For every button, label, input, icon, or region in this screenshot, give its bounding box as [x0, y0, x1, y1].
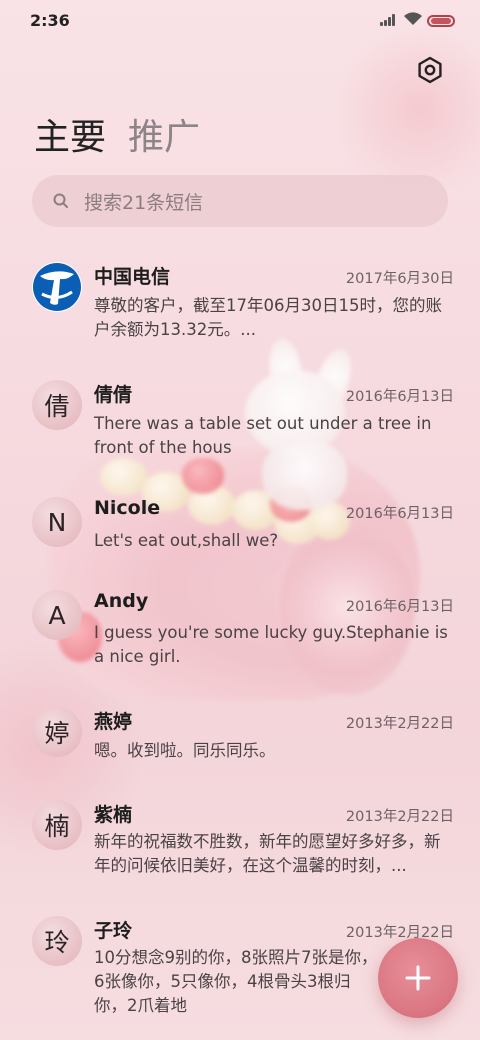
- contact-name: Nicole: [94, 497, 161, 519]
- conversation-item[interactable]: 倩 倩倩 2016年6月13日 There was a table set ou…: [0, 378, 480, 470]
- message-date: 2017年6月30日: [345, 271, 454, 287]
- search-placeholder: 搜索21条短信: [84, 191, 204, 214]
- message-date: 2016年6月13日: [345, 599, 454, 615]
- message-preview: There was a table set out under a tree i…: [94, 414, 432, 457]
- tab-main[interactable]: 主要: [34, 108, 106, 160]
- signal-icon: [380, 14, 398, 26]
- china-telecom-logo-icon: [32, 262, 82, 312]
- status-time: 2:36: [30, 11, 70, 30]
- avatar: N: [32, 497, 82, 547]
- search-input[interactable]: 搜索21条短信: [32, 175, 448, 227]
- conversation-item[interactable]: N Nicole 2016年6月13日 Let's eat out,shall …: [0, 495, 480, 565]
- tab-bar: 主要 推广: [34, 108, 200, 158]
- plus-icon: [405, 965, 431, 991]
- conversation-item[interactable]: 婷 燕婷 2013年2月22日 嗯。收到啦。同乐同乐。: [0, 705, 480, 775]
- message-date: 2016年6月13日: [345, 389, 454, 405]
- message-preview: 10分想念9别的你，8张照片7张是你，6张像你，5只像你，4根骨头3根归你，2爪…: [94, 948, 378, 1015]
- contact-name: 燕婷: [94, 711, 133, 733]
- message-date: 2013年2月22日: [345, 925, 454, 941]
- message-preview: I guess you're some lucky guy.Stephanie …: [94, 623, 448, 666]
- avatar: 婷: [32, 707, 82, 757]
- contact-name: 倩倩: [94, 384, 133, 406]
- search-icon: [53, 193, 68, 208]
- avatar: 楠: [32, 800, 82, 850]
- avatar: A: [32, 590, 82, 640]
- message-date: 2013年2月22日: [345, 716, 454, 732]
- conversation-item[interactable]: 楠 紫楠 2013年2月22日 新年的祝福数不胜数，新年的愿望好多好多，新年的问…: [0, 798, 480, 890]
- tab-promotions[interactable]: 推广: [128, 108, 200, 160]
- contact-name: 子玲: [94, 920, 133, 942]
- status-bar: 2:36: [0, 0, 480, 42]
- contact-name: 紫楠: [94, 804, 133, 826]
- conversation-item[interactable]: A Andy 2016年6月13日 I guess you're some lu…: [0, 590, 480, 682]
- wifi-icon: [404, 12, 422, 25]
- message-date: 2016年6月13日: [345, 506, 454, 522]
- contact-name: 中国电信: [94, 266, 171, 288]
- compose-button[interactable]: [378, 938, 458, 1018]
- avatar: 玲: [32, 916, 82, 966]
- avatar: 倩: [32, 380, 82, 430]
- message-preview: 尊敬的客户，截至17年06月30日15时，您的账户余额为13.32元。...: [94, 296, 442, 339]
- message-preview: 嗯。收到啦。同乐同乐。: [94, 741, 276, 760]
- battery-icon: [427, 15, 455, 27]
- message-date: 2013年2月22日: [345, 809, 454, 825]
- contact-name: Andy: [94, 590, 149, 612]
- gear-icon[interactable]: [416, 56, 444, 84]
- conversation-item[interactable]: 中国电信 2017年6月30日 尊敬的客户，截至17年06月30日15时，您的账…: [0, 260, 480, 352]
- message-preview: Let's eat out,shall we?: [94, 531, 279, 550]
- message-preview: 新年的祝福数不胜数，新年的愿望好多好多，新年的问候依旧美好，在这个温馨的时刻，.…: [94, 832, 441, 875]
